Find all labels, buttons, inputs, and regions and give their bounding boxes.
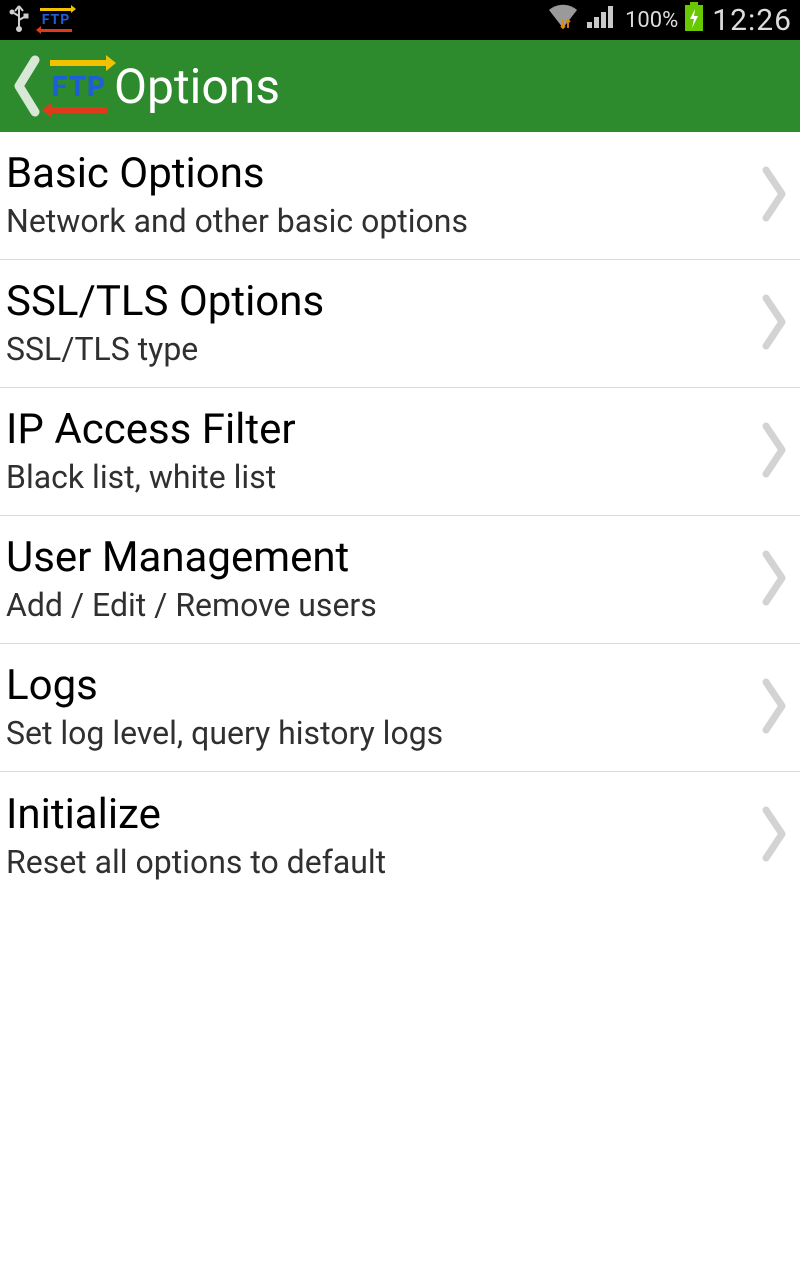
chevron-right-icon: [762, 422, 788, 482]
option-title: SSL/TLS Options: [6, 278, 754, 326]
wifi-icon: [547, 4, 579, 37]
chevron-right-icon: [762, 166, 788, 226]
option-ssl-tls[interactable]: SSL/TLS Options SSL/TLS type: [0, 260, 800, 388]
option-subtitle: SSL/TLS type: [6, 330, 754, 368]
page-title: Options: [114, 58, 280, 115]
option-subtitle: Add / Edit / Remove users: [6, 586, 754, 624]
battery-icon: [684, 2, 704, 39]
option-title: User Management: [6, 534, 754, 582]
app-bar: FTP Options: [0, 40, 800, 132]
chevron-right-icon: [762, 678, 788, 738]
option-initialize[interactable]: Initialize Reset all options to default: [0, 772, 800, 900]
status-bar: FTP 100%: [0, 0, 800, 40]
battery-percent: 100%: [625, 8, 678, 33]
option-title: Initialize: [6, 791, 754, 839]
usb-icon: [8, 2, 30, 39]
option-subtitle: Black list, white list: [6, 458, 754, 496]
option-basic[interactable]: Basic Options Network and other basic op…: [0, 132, 800, 260]
option-subtitle: Set log level, query history logs: [6, 714, 754, 752]
option-logs[interactable]: Logs Set log level, query history logs: [0, 644, 800, 772]
option-subtitle: Network and other basic options: [6, 202, 754, 240]
clock: 12:26: [712, 3, 792, 38]
option-ip-access-filter[interactable]: IP Access Filter Black list, white list: [0, 388, 800, 516]
option-title: Logs: [6, 662, 754, 710]
option-title: IP Access Filter: [6, 406, 754, 454]
chevron-right-icon: [762, 294, 788, 354]
app-logo-icon: FTP: [50, 60, 108, 113]
option-user-management[interactable]: User Management Add / Edit / Remove user…: [0, 516, 800, 644]
ftp-app-icon: FTP: [40, 8, 72, 32]
option-subtitle: Reset all options to default: [6, 843, 754, 881]
chevron-right-icon: [762, 806, 788, 866]
options-list: Basic Options Network and other basic op…: [0, 132, 800, 900]
chevron-right-icon: [762, 550, 788, 610]
option-title: Basic Options: [6, 150, 754, 198]
signal-icon: [587, 4, 617, 37]
